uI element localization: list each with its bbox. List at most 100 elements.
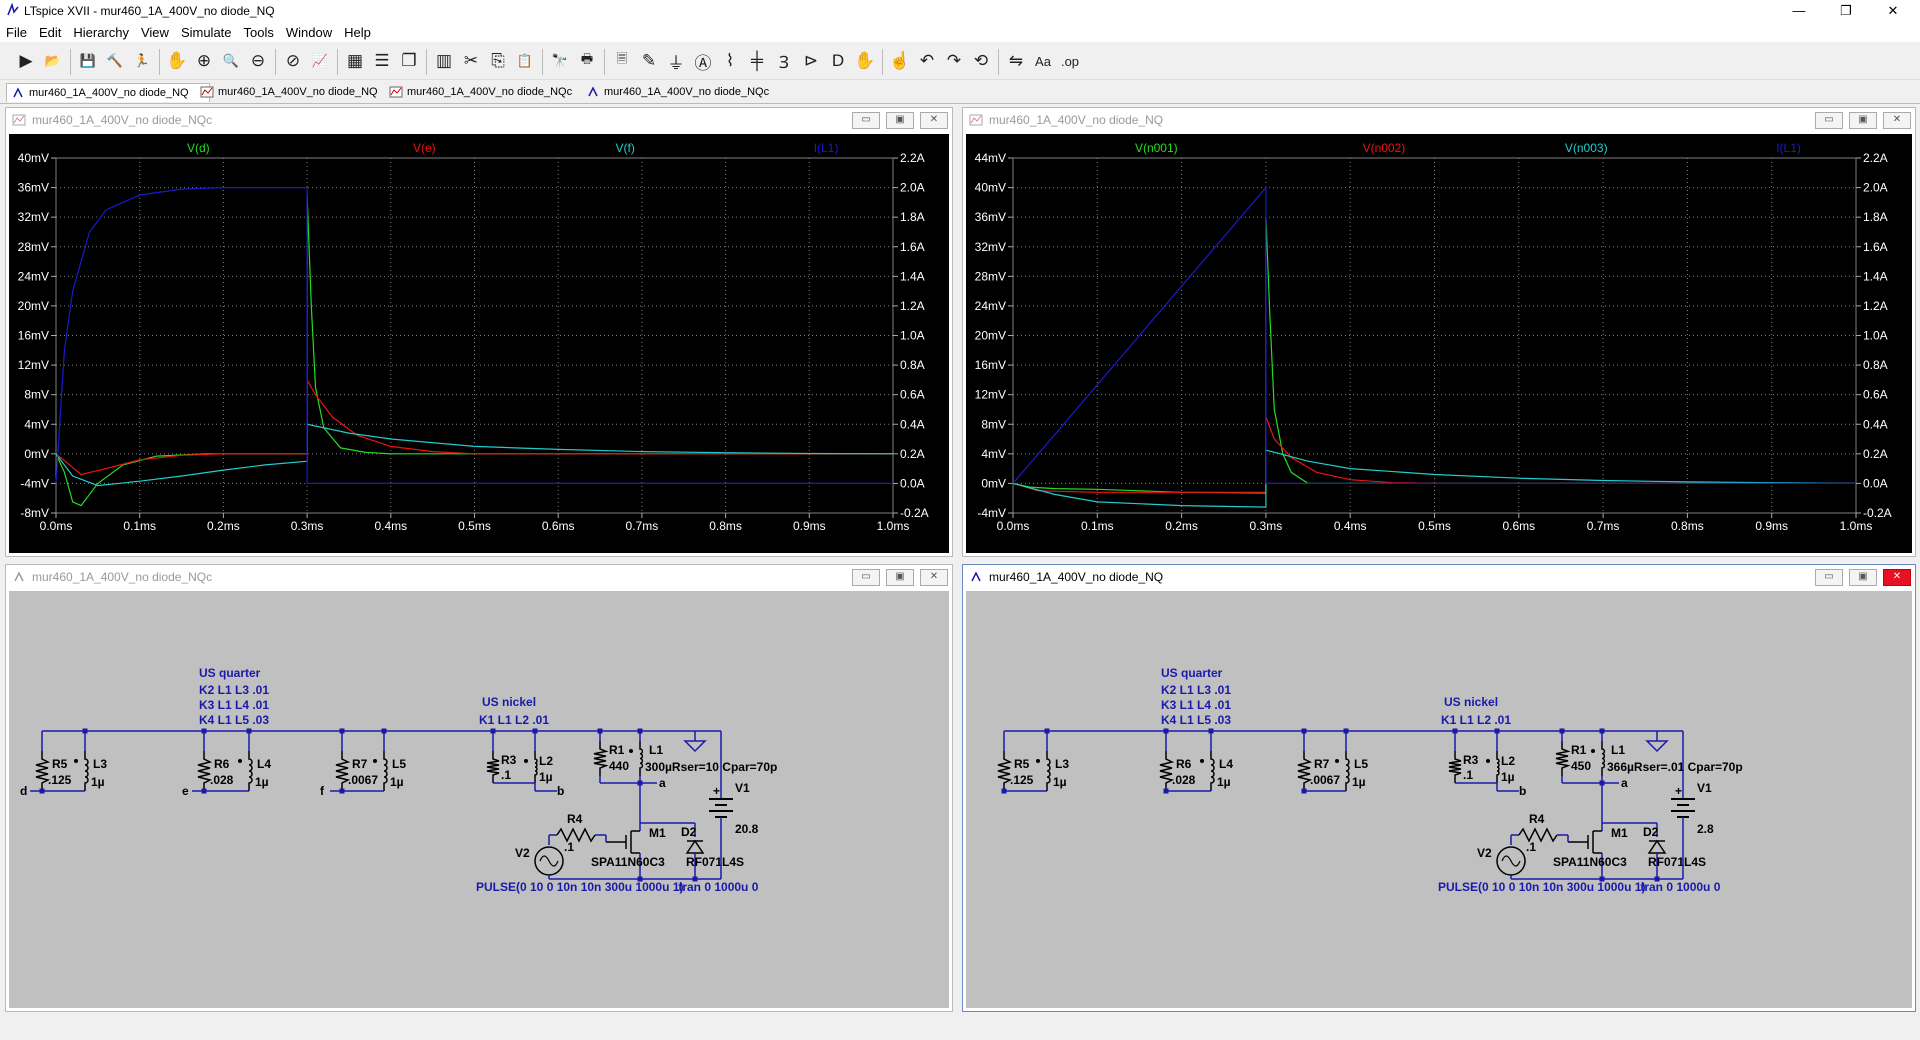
x-tick-label: 0.8ms	[709, 519, 742, 533]
drag-icon[interactable]: ☝	[888, 50, 912, 72]
run-icon[interactable]: ▶	[14, 50, 38, 72]
print-preview-icon[interactable]: 🗏	[610, 50, 634, 72]
inductor-icon[interactable]: Ɜ	[772, 50, 796, 72]
component-name-label: R4	[567, 812, 583, 826]
window-close-button[interactable]: ✕	[1883, 569, 1911, 586]
plot-pane[interactable]: 40mV 36mV 32mV 28mV 24mV 20mV 16mV 12mV 8mV 4mV 0m…	[9, 134, 949, 553]
save-icon[interactable]: 💾	[76, 50, 100, 72]
ground-icon[interactable]: ⏚	[664, 50, 688, 73]
component-value-label: 1µ	[91, 775, 105, 789]
pan-icon[interactable]: ✋	[165, 50, 189, 72]
diode-icon[interactable]: ⊳	[799, 50, 823, 72]
cascade-icon[interactable]: ❐	[397, 50, 421, 72]
zoom-in-icon[interactable]: ⊕	[192, 50, 216, 72]
cut-icon[interactable]: ✂	[459, 50, 483, 72]
component-value-label: 366µRser=.01 Cpar=70p	[1607, 760, 1743, 774]
tab-waveform-nqc[interactable]: mur460_1A_400V_no diode_NQc	[385, 83, 597, 101]
wire-icon[interactable]: ✎	[637, 50, 661, 72]
window-maximize-button[interactable]: ▣	[886, 112, 914, 129]
schematic-drawing[interactable]: US quarter K2 L1 L3 .01K3 L1 L4 .01K4 L1 …	[966, 591, 1912, 1008]
restore-button[interactable]: ❐	[1823, 0, 1869, 22]
component-value-label: 450	[1571, 759, 1591, 773]
tile-horizontal-icon[interactable]: ☰	[370, 50, 394, 72]
label-net-icon[interactable]: Ⓐ	[691, 50, 715, 73]
rotate-icon[interactable]: ⟲	[969, 50, 993, 72]
window-maximize-button[interactable]: ▣	[1849, 112, 1877, 129]
window-maximize-button[interactable]: ▣	[1849, 569, 1877, 586]
component-icon[interactable]: D	[826, 50, 850, 72]
component-name-label: V2	[515, 846, 530, 860]
print-icon[interactable]: 🖶	[575, 50, 599, 72]
menu-window[interactable]: Window	[280, 22, 338, 40]
resistor-icon[interactable]: ⌇	[718, 50, 742, 72]
minimize-button[interactable]: —	[1776, 0, 1822, 22]
schematic-drawing[interactable]: US quarter K2 L1 L3 .01K3 L1 L4 .01K4 L1 …	[9, 591, 949, 1008]
tab-waveform-nq[interactable]: mur460_1A_400V_no diode_NQ	[196, 83, 398, 101]
tab-schematic-nq[interactable]: mur460_1A_400V_no diode_NQ	[6, 83, 210, 102]
text-icon[interactable]: Aa	[1031, 50, 1055, 72]
waveform-window-right[interactable]: mur460_1A_400V_no diode_NQ ▭ ▣ ✕ 44mV 40m…	[962, 107, 1916, 557]
inductor-polarity-dot	[1036, 759, 1040, 763]
resistor-r7	[335, 751, 351, 791]
y2-tick-label: 0.8A	[1863, 358, 1888, 372]
open-icon[interactable]: 📂	[41, 50, 65, 72]
window-title: mur460_1A_400V_no diode_NQc	[32, 113, 213, 127]
component-name-label: V2	[1477, 846, 1492, 860]
window-maximize-button[interactable]: ▣	[886, 569, 914, 586]
paste-icon[interactable]: 📋	[513, 50, 537, 72]
y-tick-label: -8mV	[20, 506, 49, 520]
window-title: mur460_1A_400V_no diode_NQ	[989, 113, 1164, 127]
coupling-directive: K3 L1 L4 .01	[199, 698, 269, 712]
component-value-label: .125	[1010, 773, 1034, 787]
window-minimize-button[interactable]: ▭	[852, 112, 880, 129]
window-close-button[interactable]: ✕	[920, 569, 948, 586]
schematic-window-right[interactable]: mur460_1A_400V_no diode_NQ ▭ ▣ ✕ US quar…	[962, 564, 1916, 1012]
component-name-label: M1	[1611, 826, 1628, 840]
menu-view[interactable]: View	[135, 22, 175, 40]
plot-pane[interactable]: 44mV 40mV 36mV 32mV 28mV 24mV 20mV 16mV 12mV 8mV 4…	[966, 134, 1912, 553]
tab-schematic-nqc[interactable]: mur460_1A_400V_no diode_NQc	[582, 83, 794, 101]
grid-icon[interactable]: ▦	[343, 50, 367, 72]
copy-icon[interactable]: ⎘	[486, 50, 510, 72]
legend-label: I(L1)	[814, 141, 839, 155]
waveform-plot[interactable]: 40mV 36mV 32mV 28mV 24mV 20mV 16mV 12mV 8mV 4mV 0m…	[9, 134, 949, 553]
schematic-canvas[interactable]: US quarter K2 L1 L3 .01 K3 L1 L4 .01 K4 L1 …	[9, 591, 949, 1008]
menu-help[interactable]: Help	[338, 22, 377, 40]
move-icon[interactable]: ✋	[853, 50, 877, 72]
window-minimize-button[interactable]: ▭	[1815, 569, 1843, 586]
schematic-canvas[interactable]: US quarter K2 L1 L3 .01 K3 L1 L4 .01 K4 L1 …	[966, 591, 1912, 1008]
halt-icon[interactable]: 🏃	[130, 50, 154, 72]
component-name-label: L1	[649, 743, 663, 757]
y2-tick-label: 0.4A	[900, 417, 925, 431]
window-close-button[interactable]: ✕	[920, 112, 948, 129]
window-close-button[interactable]: ✕	[1883, 112, 1911, 129]
spice-directive-icon[interactable]: .op	[1058, 50, 1082, 72]
capacitor-icon[interactable]: ╪	[745, 50, 769, 72]
menu-file[interactable]: File	[0, 22, 33, 40]
mirror-icon[interactable]: ⇋	[1004, 50, 1028, 72]
waveform-window-left[interactable]: mur460_1A_400V_no diode_NQc ▭ ▣ ✕ 40mV 36…	[5, 107, 953, 557]
find-icon[interactable]: 🔭	[548, 50, 572, 72]
coupling-directive: K2 L1 L3 .01	[1161, 683, 1231, 697]
zoom-area-icon[interactable]: 🔍	[219, 50, 243, 72]
window-minimize-button[interactable]: ▭	[1815, 112, 1843, 129]
close-button[interactable]: ✕	[1870, 0, 1916, 22]
menu-simulate[interactable]: Simulate	[175, 22, 238, 40]
redo-icon[interactable]: ↷	[942, 50, 966, 72]
component-value-label: .028	[210, 773, 234, 787]
waveform-plot[interactable]: 44mV 40mV 36mV 32mV 28mV 24mV 20mV 16mV 12mV 8mV 4…	[966, 134, 1912, 553]
component-name-label: L5	[392, 757, 406, 771]
zoom-cancel-icon[interactable]: ⊘	[281, 50, 305, 72]
window-minimize-button[interactable]: ▭	[852, 569, 880, 586]
undo-icon[interactable]: ↶	[915, 50, 939, 72]
y2-tick-label: 1.2A	[900, 299, 925, 313]
zoom-out-icon[interactable]: ⊖	[246, 50, 270, 72]
menu-tools[interactable]: Tools	[238, 22, 280, 40]
tile-vertical-icon[interactable]: ▥	[432, 50, 456, 72]
menu-hierarchy[interactable]: Hierarchy	[67, 22, 135, 40]
schematic-window-left[interactable]: mur460_1A_400V_no diode_NQc ▭ ▣ ✕ US qua…	[5, 564, 953, 1012]
autorange-icon[interactable]: 📈	[308, 50, 332, 72]
control-panel-icon[interactable]: 🔨	[103, 50, 127, 72]
menu-edit[interactable]: Edit	[33, 22, 67, 40]
window-title: mur460_1A_400V_no diode_NQ	[989, 570, 1164, 584]
